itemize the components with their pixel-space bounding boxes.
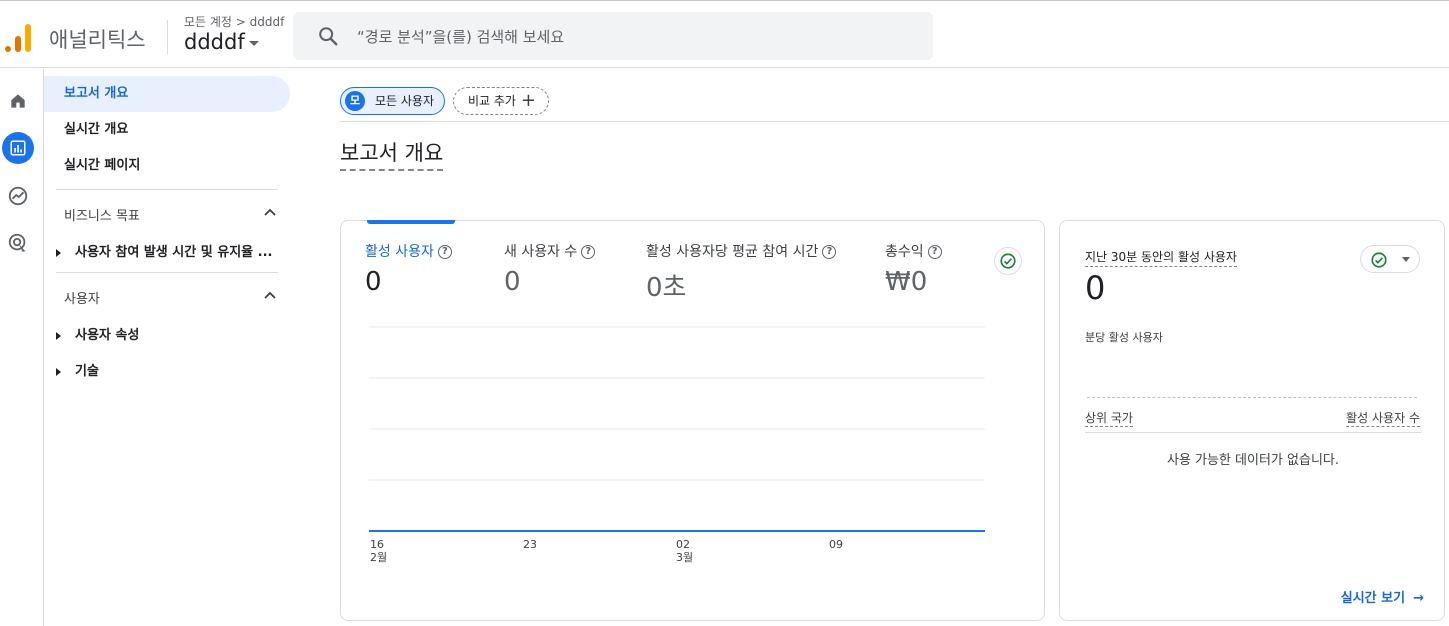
metric-value: 0초 [646,273,687,303]
nav-section-user-label: 사용자 [64,292,100,307]
active-tab-indicator [367,220,455,224]
x-tick-label: 16 [370,538,384,551]
nav-item-tech-label: 기술 [75,364,99,379]
expand-arrow-icon [56,248,61,257]
page-title[interactable]: 보고서 개요 [340,137,444,171]
metric-label: 새 사용자 수 [504,244,578,260]
nav-item-user-attributes-label: 사용자 속성 [75,328,140,343]
left-rail [0,69,44,626]
chevron-up-icon [264,291,276,299]
advertising-icon [8,233,26,252]
nav-item-user-attributes[interactable]: 사용자 속성 [56,324,139,343]
add-comparison-button[interactable]: 비교 추가 + [453,87,549,115]
nav-section-business[interactable]: 비즈니스 목표 [64,205,276,224]
check-circle-icon [1371,252,1387,268]
column-header-country[interactable]: 상위 국가 [1085,409,1133,427]
main-divider [340,121,1449,122]
metric-label: 활성 사용자 [365,244,434,260]
metric-new-users[interactable]: 새 사용자 수? 0 [504,241,596,297]
breadcrumb[interactable]: 모든 계정 > ddddf [184,13,284,30]
metric-value: 0 [365,267,382,297]
nav-item-realtime-pages[interactable]: 실시간 페이지 [44,148,290,184]
nav-item-engagement[interactable]: 사용자 참여 발생 시간 및 유지율 ... [56,241,272,260]
nav-section-user[interactable]: 사용자 [64,288,276,307]
expand-arrow-icon [56,367,61,376]
all-users-chip[interactable]: 모 모든 사용자 [340,87,445,115]
search-icon [319,27,338,46]
add-comparison-label: 비교 추가 [468,94,516,108]
view-realtime-label: 실시간 보기 [1340,591,1406,606]
x-tick-month-label: 2월 [370,551,387,564]
data-status-button[interactable] [994,247,1022,275]
search-placeholder: “경로 분석”을(를) 검색해 보세요 [357,28,565,46]
rail-advertising-button[interactable] [2,227,34,259]
app-name: 애널리틱스 [49,28,146,52]
metric-revenue[interactable]: 총수익? ₩0 [885,241,942,297]
top-header: 애널리틱스 모든 계정 > ddddf ddddf “경로 분석”을(를) 검색… [0,4,1449,68]
nav-item-engagement-label: 사용자 참여 발생 시간 및 유지율 ... [75,245,273,260]
metric-label: 활성 사용자당 평균 참여 시간 [646,244,819,260]
help-icon[interactable]: ? [822,245,837,259]
reports-icon [10,140,26,156]
search-bar[interactable]: “경로 분석”을(를) 검색해 보세요 [293,12,933,60]
realtime-subtitle: 분당 활성 사용자 [1085,331,1163,344]
account-selector[interactable]: ddddf [184,30,259,54]
column-header-users[interactable]: 활성 사용자 수 [1346,409,1420,427]
realtime-value: 0 [1085,269,1106,307]
x-tick-label: 23 [523,538,537,551]
rail-explore-button[interactable] [2,180,34,212]
plus-icon: + [520,90,536,111]
help-icon[interactable]: ? [581,245,596,259]
expand-arrow-icon [56,331,61,340]
x-tick-label: 02 [676,538,690,551]
view-realtime-link[interactable]: 실시간 보기 → [1341,587,1424,606]
nav-divider [56,189,278,190]
nav-divider [56,272,278,273]
left-nav: 보고서 개요 실시간 개요 실시간 페이지 비즈니스 목표 사용자 참여 발생 … [44,69,300,626]
x-tick-month-label: 3월 [676,551,693,564]
nav-item-report-overview[interactable]: 보고서 개요 [44,76,290,112]
nav-section-business-label: 비즈니스 목표 [64,209,140,224]
segment-avatar: 모 [345,91,365,111]
metric-label: 총수익 [885,244,924,260]
nav-item-realtime-overview[interactable]: 실시간 개요 [44,112,290,148]
x-tick-label: 09 [829,538,843,551]
table-divider [1085,432,1421,433]
chevron-up-icon [264,208,276,216]
users-line-chart: 162월 23 023월 09 [369,326,985,564]
check-circle-icon [1000,253,1016,269]
realtime-title[interactable]: 지난 30분 동안의 활성 사용자 [1085,248,1237,267]
home-icon [11,94,25,108]
help-icon[interactable]: ? [927,245,942,259]
metric-active-users[interactable]: 활성 사용자? 0 [365,241,452,297]
arrow-right-icon: → [1413,591,1424,606]
header-divider [167,20,168,54]
realtime-sparkline-baseline [1087,397,1417,398]
analytics-logo[interactable] [5,22,33,52]
metric-value: ₩0 [885,267,928,297]
metric-engagement-time[interactable]: 활성 사용자당 평균 참여 시간? 0초 [646,241,837,304]
rail-home-button[interactable] [2,85,34,117]
metric-value: 0 [504,267,521,297]
account-name: ddddf [184,30,245,54]
nav-item-tech[interactable]: 기술 [56,360,99,379]
realtime-card: 지난 30분 동안의 활성 사용자 0 분당 활성 사용자 상위 국가 활성 사… [1059,220,1445,621]
empty-state-message: 사용 가능한 데이터가 없습니다. [1166,453,1339,468]
explore-icon [8,186,28,206]
all-users-label: 모든 사용자 [375,94,435,108]
caret-down-icon [1402,257,1410,262]
caret-down-icon [248,40,259,46]
metrics-card: 활성 사용자? 0 새 사용자 수? 0 활성 사용자당 평균 참여 시간? 0… [340,220,1045,621]
help-icon[interactable]: ? [437,245,452,259]
realtime-status-dropdown[interactable] [1360,245,1420,273]
rail-reports-button[interactable] [2,132,34,164]
